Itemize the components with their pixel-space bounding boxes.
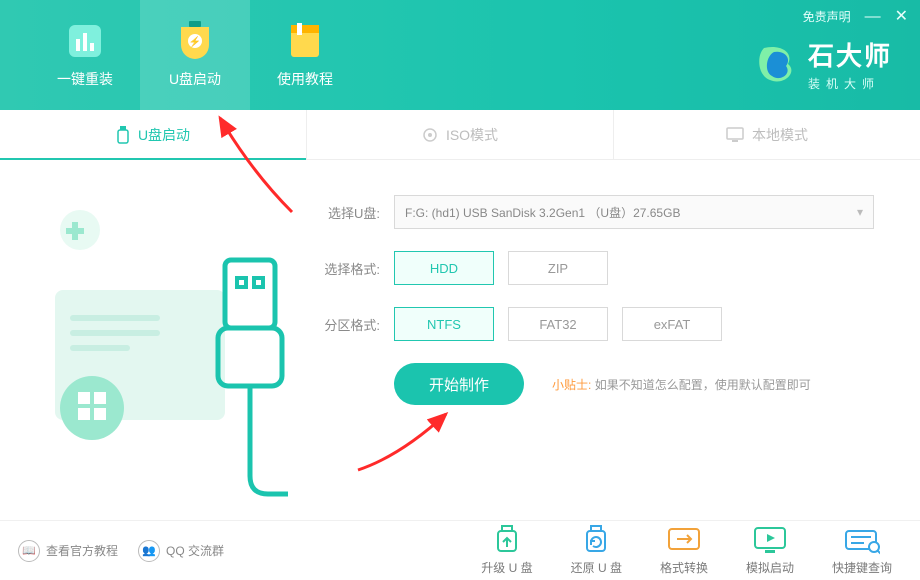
tab-tutorial[interactable]: 使用教程 bbox=[250, 0, 360, 110]
brand-logo-icon bbox=[754, 42, 798, 86]
monitor-play-icon bbox=[752, 525, 788, 555]
partition-label: 分区格式: bbox=[310, 315, 380, 334]
book-icon bbox=[285, 21, 325, 61]
bottom-bar: 📖 查看官方教程 👥 QQ 交流群 升级 U 盘 还原 U 盘 格式转换 模拟启… bbox=[0, 520, 920, 580]
subtab-label: U盘启动 bbox=[138, 125, 190, 145]
header-tabs: 一键重装 ⚡ U盘启动 使用教程 bbox=[0, 0, 360, 110]
monitor-icon bbox=[726, 127, 744, 143]
brand: 石大师 装机大师 bbox=[754, 36, 892, 92]
disk-label: 选择U盘: bbox=[310, 203, 380, 222]
subtab-usb[interactable]: U盘启动 bbox=[0, 110, 306, 159]
book-open-icon: 📖 bbox=[18, 540, 40, 562]
action-label: 还原 U 盘 bbox=[571, 559, 622, 576]
format-zip[interactable]: ZIP bbox=[508, 251, 608, 285]
usb-illustration bbox=[20, 190, 290, 500]
tip-prefix: 小贴士: bbox=[552, 378, 591, 392]
action-restore-usb[interactable]: 还原 U 盘 bbox=[571, 525, 622, 576]
subtab-label: ISO模式 bbox=[446, 125, 498, 145]
qq-group-link[interactable]: 👥 QQ 交流群 bbox=[138, 540, 224, 562]
partition-fat32[interactable]: FAT32 bbox=[508, 307, 608, 341]
chart-box-icon bbox=[65, 21, 105, 61]
main-content: 选择U盘: F:G: (hd1) USB SanDisk 3.2Gen1 （U盘… bbox=[0, 160, 920, 520]
tutorial-link[interactable]: 📖 查看官方教程 bbox=[18, 540, 118, 562]
minimize-icon[interactable]: — bbox=[865, 9, 881, 25]
link-label: QQ 交流群 bbox=[166, 542, 224, 559]
start-button[interactable]: 开始制作 bbox=[394, 363, 524, 405]
tab-label: 使用教程 bbox=[277, 69, 333, 89]
people-icon: 👥 bbox=[138, 540, 160, 562]
header: 一键重装 ⚡ U盘启动 使用教程 免责声明 — ✕ 石大师 装机大师 bbox=[0, 0, 920, 110]
form: 选择U盘: F:G: (hd1) USB SanDisk 3.2Gen1 （U盘… bbox=[310, 195, 890, 405]
subtab-iso[interactable]: ISO模式 bbox=[306, 110, 613, 159]
tab-reinstall[interactable]: 一键重装 bbox=[30, 0, 140, 110]
disk-value: F:G: (hd1) USB SanDisk 3.2Gen1 （U盘）27.65… bbox=[405, 204, 680, 221]
subtab-label: 本地模式 bbox=[752, 125, 808, 145]
window-controls: 免责声明 — ✕ bbox=[803, 8, 908, 25]
mode-tabs: U盘启动 ISO模式 本地模式 bbox=[0, 110, 920, 160]
brand-subtitle: 装机大师 bbox=[808, 75, 892, 92]
tip-body: 如果不知道怎么配置，使用默认配置即可 bbox=[595, 378, 811, 392]
disk-select[interactable]: F:G: (hd1) USB SanDisk 3.2Gen1 （U盘）27.65… bbox=[394, 195, 874, 229]
usb-shield-icon: ⚡ bbox=[175, 21, 215, 61]
tip-text: 小贴士: 如果不知道怎么配置，使用默认配置即可 bbox=[552, 376, 811, 393]
action-format-convert[interactable]: 格式转换 bbox=[660, 525, 708, 576]
usb-up-icon bbox=[489, 525, 525, 555]
usb-refresh-icon bbox=[578, 525, 614, 555]
action-simulate-boot[interactable]: 模拟启动 bbox=[746, 525, 794, 576]
link-label: 查看官方教程 bbox=[46, 542, 118, 559]
keyboard-search-icon bbox=[844, 525, 880, 555]
action-label: 格式转换 bbox=[660, 559, 708, 576]
usb-icon bbox=[116, 126, 130, 144]
close-icon[interactable]: ✕ bbox=[895, 9, 908, 25]
format-label: 选择格式: bbox=[310, 259, 380, 278]
svg-text:⚡: ⚡ bbox=[189, 35, 201, 48]
tab-label: U盘启动 bbox=[169, 69, 221, 89]
action-label: 快捷键查询 bbox=[832, 559, 892, 576]
format-hdd[interactable]: HDD bbox=[394, 251, 494, 285]
iso-icon bbox=[422, 127, 438, 143]
chevron-down-icon: ▾ bbox=[857, 205, 863, 219]
subtab-local[interactable]: 本地模式 bbox=[613, 110, 920, 159]
convert-icon bbox=[666, 525, 702, 555]
tab-usb-boot[interactable]: ⚡ U盘启动 bbox=[140, 0, 250, 110]
action-hotkey-lookup[interactable]: 快捷键查询 bbox=[832, 525, 892, 576]
partition-ntfs[interactable]: NTFS bbox=[394, 307, 494, 341]
tab-label: 一键重装 bbox=[57, 69, 113, 89]
partition-exfat[interactable]: exFAT bbox=[622, 307, 722, 341]
disclaimer-link[interactable]: 免责声明 bbox=[803, 8, 851, 25]
action-label: 升级 U 盘 bbox=[481, 559, 532, 576]
action-label: 模拟启动 bbox=[746, 559, 794, 576]
brand-title: 石大师 bbox=[808, 36, 892, 73]
action-upgrade-usb[interactable]: 升级 U 盘 bbox=[481, 525, 532, 576]
